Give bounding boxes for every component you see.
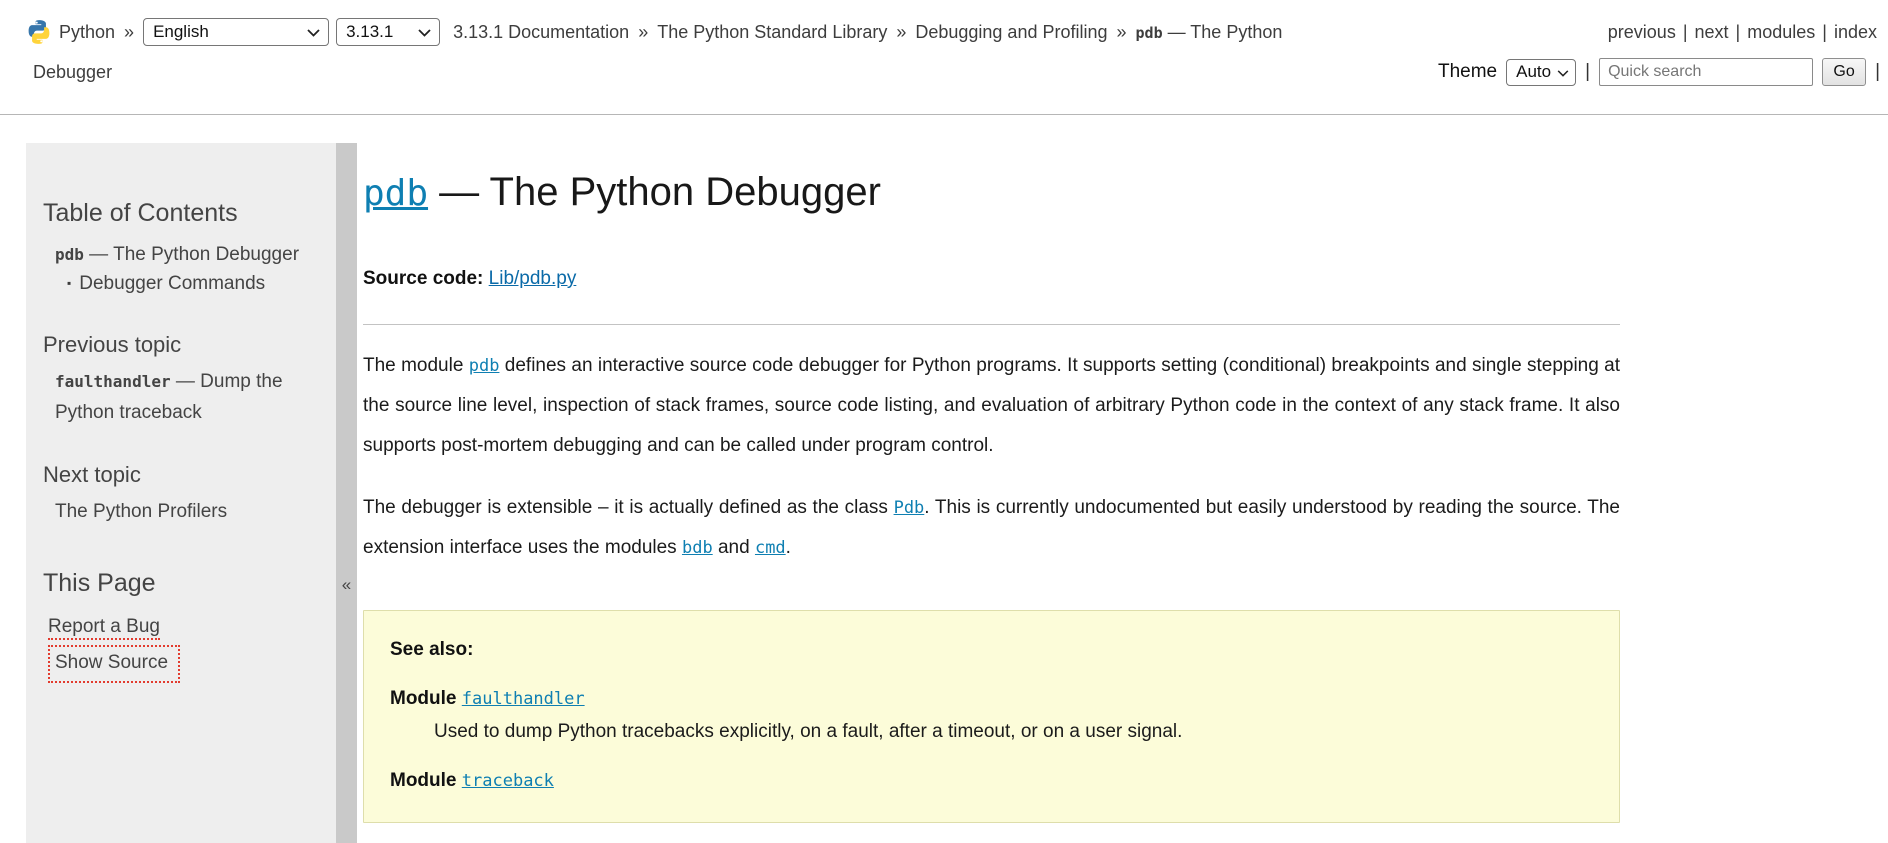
- next-topic-link-wrap: The Python Profilers: [43, 496, 320, 527]
- this-page-heading: This Page: [43, 569, 320, 598]
- see-also-list: Module faulthandler Used to dump Python …: [390, 688, 1593, 792]
- next-topic-link[interactable]: The Python Profilers: [55, 501, 227, 522]
- toolbar-pipe: |: [1875, 61, 1880, 83]
- toc-list: pdb — The Python Debugger ▪ Debugger Comm…: [43, 241, 320, 298]
- see-also-label: See also:: [390, 639, 1593, 661]
- breadcrumb-separator: »: [1115, 22, 1129, 43]
- nav-pipe: |: [1815, 22, 1834, 42]
- breadcrumb-current-page: pdb — The Python: [1136, 22, 1283, 43]
- pdb-class-link[interactable]: Pdb: [894, 498, 925, 518]
- related-bar: Python » English 3.13.1 3.13.1 Documenta…: [0, 0, 1888, 115]
- source-code-line: Source code: Lib/pdb.py: [363, 268, 1620, 290]
- source-code-label: Source code:: [363, 268, 483, 289]
- previous-link[interactable]: previous: [1608, 22, 1676, 42]
- this-page-list: Report a Bug Show Source: [43, 612, 320, 683]
- toc-link-debugger-commands[interactable]: Debugger Commands: [79, 273, 265, 294]
- show-source-link[interactable]: Show Source: [48, 645, 180, 683]
- breadcrumb-item-debugging-profiling[interactable]: Debugging and Profiling: [915, 22, 1107, 43]
- previous-topic-link[interactable]: faulthandler — Dump the Python traceback: [55, 371, 283, 423]
- relbar-nav: previous|next|modules|index: [1608, 22, 1877, 43]
- previous-topic-heading: Previous topic: [43, 332, 320, 358]
- see-also-entry-faulthandler: Module faulthandler: [390, 688, 1593, 710]
- divider: [363, 324, 1620, 325]
- nav-pipe: |: [1676, 22, 1695, 42]
- theme-label: Theme: [1438, 61, 1497, 83]
- next-link[interactable]: next: [1695, 22, 1729, 42]
- breadcrumb-site-link[interactable]: Python: [59, 22, 115, 43]
- report-a-bug-link[interactable]: Report a Bug: [48, 616, 160, 640]
- sidebar-collapse-button[interactable]: «: [336, 143, 357, 843]
- breadcrumb-item-documentation[interactable]: 3.13.1 Documentation: [453, 22, 629, 43]
- collapse-chevrons-icon: «: [336, 575, 357, 595]
- chevron-down-icon: [307, 22, 320, 42]
- language-select-value: English: [153, 22, 209, 42]
- faulthandler-link[interactable]: faulthandler: [462, 689, 585, 709]
- python-logo-icon[interactable]: [26, 19, 52, 45]
- page-title-pdb-link[interactable]: pdb: [363, 173, 428, 214]
- breadcrumb-current-code: pdb: [1136, 24, 1163, 42]
- source-code-link[interactable]: Lib/pdb.py: [489, 268, 577, 289]
- module-word: Module: [390, 688, 457, 709]
- intro-paragraph: The module pdb defines an interactive so…: [363, 346, 1620, 466]
- next-topic-heading: Next topic: [43, 462, 320, 488]
- extensible-paragraph: The debugger is extensible – it is actua…: [363, 488, 1620, 568]
- modules-link[interactable]: modules: [1747, 22, 1815, 42]
- toc-item-pdb: pdb — The Python Debugger ▪ Debugger Comm…: [55, 241, 320, 298]
- search-input[interactable]: [1599, 58, 1813, 86]
- list-item: Show Source: [48, 642, 320, 683]
- cmd-module-link[interactable]: cmd: [755, 538, 786, 558]
- chevron-down-icon: [1557, 62, 1569, 82]
- theme-select-value: Auto: [1516, 62, 1551, 82]
- toc-link-pdb[interactable]: pdb — The Python Debugger: [55, 244, 299, 265]
- page-title-rest: — The Python Debugger: [428, 170, 881, 214]
- module-word: Module: [390, 770, 457, 791]
- sidebar: Table of Contents pdb — The Python Debug…: [26, 143, 336, 843]
- list-item: Report a Bug: [48, 612, 320, 642]
- breadcrumb: Python » English 3.13.1 3.13.1 Documenta…: [26, 14, 1282, 50]
- toc-item-debugger-commands: ▪ Debugger Commands: [67, 269, 320, 298]
- version-select-value: 3.13.1: [346, 22, 393, 42]
- breadcrumb-separator: »: [636, 22, 650, 43]
- breadcrumb-current-rest: — The Python: [1168, 22, 1283, 42]
- breadcrumb-separator: »: [122, 22, 136, 43]
- language-select[interactable]: English: [143, 18, 329, 46]
- square-bullet-icon: ▪: [67, 276, 71, 290]
- breadcrumb-item-standard-library[interactable]: The Python Standard Library: [657, 22, 887, 43]
- see-also-box: See also: Module faulthandler Used to du…: [363, 610, 1620, 823]
- pdb-module-link[interactable]: pdb: [469, 356, 500, 376]
- document-body: pdb — The Python Debugger Source code: L…: [363, 143, 1620, 823]
- nav-pipe: |: [1729, 22, 1748, 42]
- search-go-button[interactable]: Go: [1822, 58, 1866, 86]
- index-link[interactable]: index: [1834, 22, 1877, 42]
- previous-topic-link-wrap: faulthandler — Dump the Python traceback: [43, 366, 320, 428]
- version-select[interactable]: 3.13.1: [336, 18, 440, 46]
- breadcrumb-separator: »: [894, 22, 908, 43]
- toolbar-pipe: |: [1585, 61, 1590, 83]
- toc-sublist: ▪ Debugger Commands: [55, 269, 320, 298]
- see-also-desc-faulthandler: Used to dump Python tracebacks explicitl…: [434, 721, 1593, 743]
- breadcrumb-current-wrap: Debugger: [33, 62, 112, 83]
- theme-select[interactable]: Auto: [1506, 59, 1576, 86]
- header-toolbar: Theme Auto | Go |: [1438, 58, 1880, 86]
- chevron-down-icon: [418, 22, 431, 42]
- toc-heading: Table of Contents: [43, 199, 320, 228]
- page-title: pdb — The Python Debugger: [363, 168, 1620, 218]
- traceback-link[interactable]: traceback: [462, 771, 554, 791]
- see-also-entry-traceback: Module traceback: [390, 770, 1593, 792]
- bdb-module-link[interactable]: bdb: [682, 538, 713, 558]
